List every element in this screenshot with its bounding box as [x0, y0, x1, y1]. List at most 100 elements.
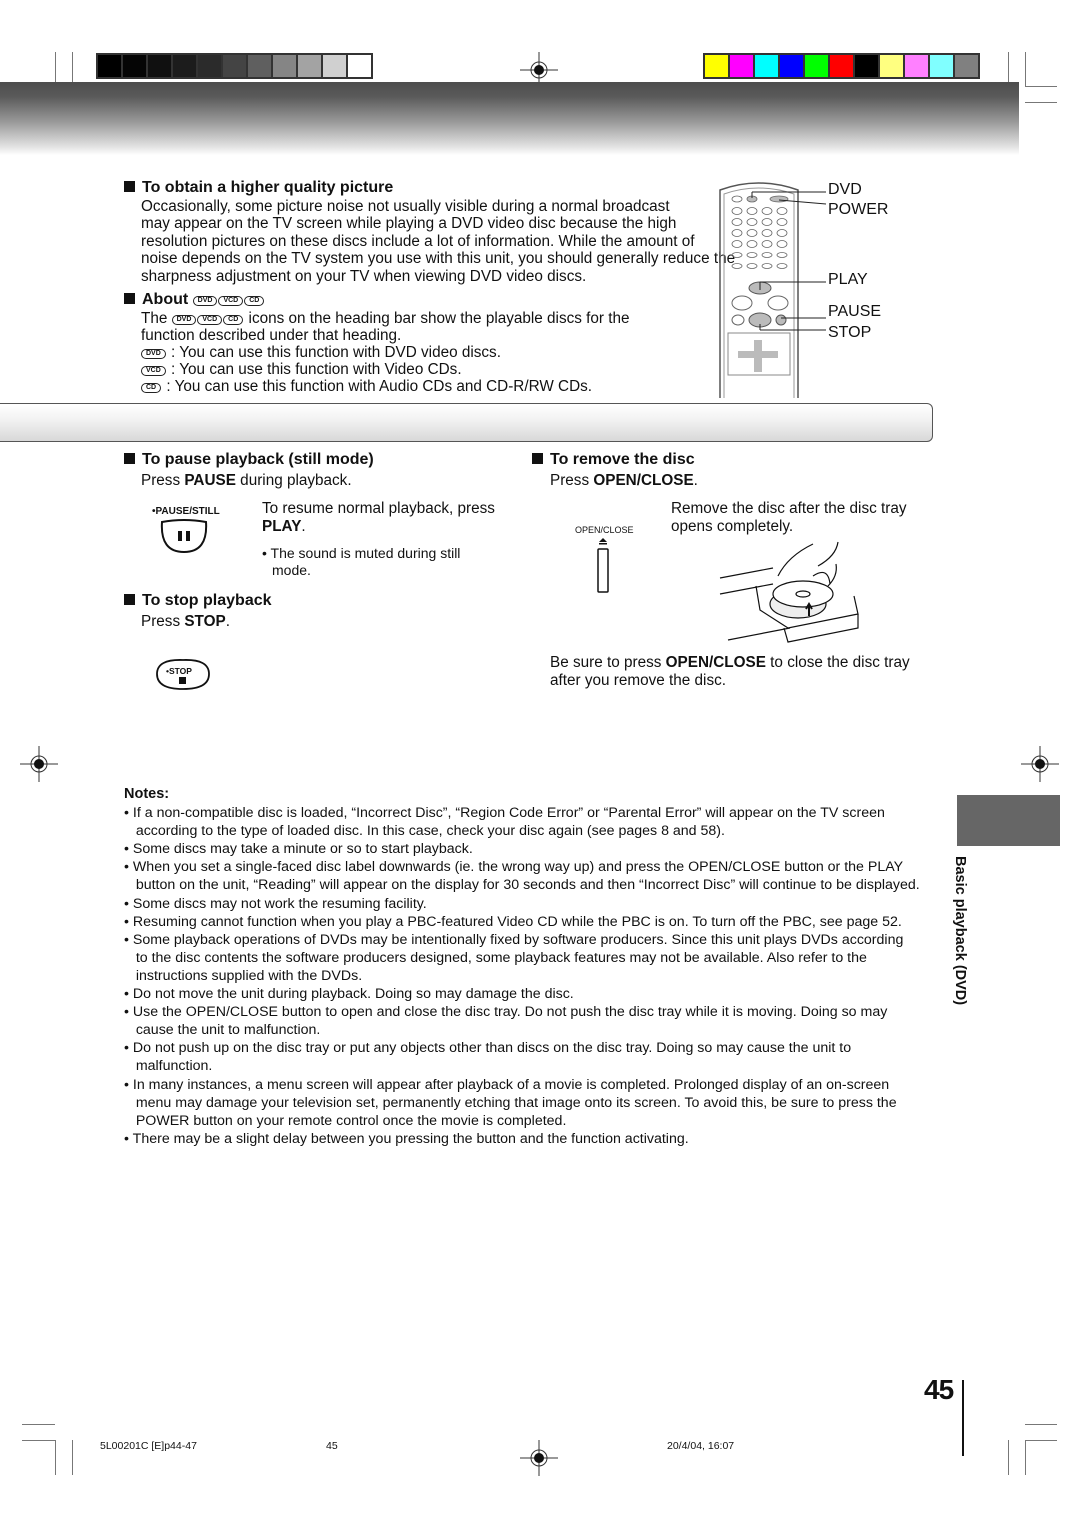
calibration-swatch: [198, 55, 221, 77]
calibration-swatch: [930, 55, 953, 77]
calibration-swatch: [730, 55, 753, 77]
note-line: • Do not move the unit during playback. …: [124, 986, 574, 1002]
dvd-badge-icon: DVD: [141, 349, 166, 359]
crop-mark: [1025, 52, 1026, 87]
heading-text: About: [142, 291, 189, 308]
vcd-badge-icon: VCD: [141, 366, 166, 376]
remote-control-illustration: [719, 182, 827, 398]
notes-heading: Notes:: [124, 786, 170, 802]
calibration-swatch: [323, 55, 346, 77]
calibration-swatch: [248, 55, 271, 77]
paragraph-line: noise depends on the TV system you use w…: [141, 250, 736, 268]
heading-text: To remove the disc: [550, 451, 695, 468]
note-line: • If a non-compatible disc is loaded, “I…: [124, 805, 885, 821]
note-line: • Do not push up on the disc tray or put…: [124, 1040, 852, 1057]
stop-instruction: Press STOP.: [141, 613, 230, 630]
remote-label-play: PLAY: [828, 271, 868, 288]
note-line: to the disc contents the software produc…: [124, 949, 867, 966]
close-instruction: Be sure to press OPEN/CLOSE to close the…: [550, 654, 910, 671]
remote-button: [761, 229, 773, 237]
calibration-swatch: [348, 55, 371, 77]
vcd-badge-icon: VCD: [197, 315, 223, 325]
remote-button: [776, 252, 788, 258]
crop-mark: [72, 1440, 73, 1475]
note-line: cause the unit to malfunction.: [124, 1022, 321, 1039]
resume-key: PLAY.: [262, 518, 306, 535]
note-line: • When you set a single-faced disc label…: [124, 859, 904, 876]
vcd-badge-icon: VCD: [218, 296, 244, 306]
remote-button: [746, 218, 758, 226]
pause-instruction: Press PAUSE during playback.: [141, 472, 352, 489]
heading-text: To obtain a higher quality picture: [142, 179, 394, 196]
crop-mark: [1025, 1440, 1026, 1475]
note-line: button on the unit, “Reading” will appea…: [124, 877, 920, 894]
crop-mark: [1008, 1440, 1009, 1475]
remote-button: [731, 240, 743, 248]
note-line: • In many instances, a menu screen will …: [124, 1076, 890, 1093]
dvd-badge-icon: DVD: [171, 315, 197, 325]
footer-code: 5L00201C [E]p44-47: [100, 1440, 197, 1452]
pause-still-button-icon: [160, 519, 208, 554]
about-item: VCD : You can use this function with Vid…: [141, 361, 462, 378]
higher-quality-paragraph: Occasionally, some picture noise not usu…: [141, 198, 735, 285]
section-heading: To pause playback (still mode): [124, 451, 374, 469]
heading-text: To pause playback (still mode): [142, 451, 374, 468]
remote-button: [746, 207, 758, 215]
page-number-rule: [962, 1380, 964, 1456]
calibration-swatch: [780, 55, 803, 77]
side-tab-label: Basic playback (DVD): [952, 856, 968, 1006]
calibration-swatch: [755, 55, 778, 77]
about-intro: The DVD VCD CD icons on the heading bar sh…: [141, 310, 630, 327]
remote-button: [746, 263, 758, 269]
color-calibration-bar: [703, 53, 980, 79]
paragraph-line: may appear on the TV screen while playin…: [141, 215, 677, 233]
disc-tray-illustration: [719, 541, 859, 643]
header-banner: [0, 82, 1019, 155]
remote-button: [731, 229, 743, 237]
remote-button: [776, 240, 788, 248]
side-tab: [957, 795, 1060, 846]
note-line: • Resuming cannot function when you play…: [124, 913, 902, 930]
close-instruction-line2: after you remove the disc.: [550, 672, 726, 689]
calibration-swatch: [273, 55, 296, 77]
cd-badge-icon: CD: [141, 383, 162, 393]
note-line: malfunction.: [124, 1058, 213, 1075]
calibration-swatch: [98, 55, 121, 77]
registration-mark-icon: [520, 1440, 558, 1476]
remove-desc-line2: opens completely.: [671, 518, 794, 535]
note-line: • There may be a slight delay between yo…: [124, 1130, 689, 1147]
section-heading: To remove the disc: [532, 451, 695, 469]
registration-mark-icon: [20, 746, 58, 782]
remote-button: [776, 263, 788, 269]
remote-button: [761, 240, 773, 248]
note-line: • Some discs may take a minute or so to …: [124, 841, 473, 858]
remote-button: [746, 240, 758, 248]
calibration-swatch: [705, 55, 728, 77]
remote-button: [776, 218, 788, 226]
remote-button: [731, 263, 743, 269]
section-heading: About DVD VCD CD: [124, 291, 265, 309]
calibration-swatch: [905, 55, 928, 77]
text: : You can use this function with Video C…: [171, 361, 462, 378]
note-line: according to the type of loaded disc. In…: [124, 823, 725, 840]
crop-mark: [1025, 1440, 1057, 1441]
remote-button: [776, 207, 788, 215]
note-line: POWER button on your remote control once…: [124, 1112, 567, 1129]
crop-mark: [22, 1424, 55, 1425]
heading-bar: [0, 403, 933, 442]
resume-text: To resume normal playback, press: [262, 500, 495, 517]
calibration-swatch: [148, 55, 171, 77]
note-line: menu may damage your television set, per…: [124, 1094, 897, 1111]
text: The: [141, 310, 168, 327]
section-heading: To obtain a higher quality picture: [124, 179, 393, 197]
remote-button: [761, 252, 773, 258]
calibration-swatch: [805, 55, 828, 77]
mute-note-line2: mode.: [272, 562, 311, 578]
pause-button-label: •PAUSE/STILL: [152, 506, 220, 517]
paragraph-line: sharpness adjustment on your TV when vie…: [141, 267, 587, 285]
open-close-label: OPEN/CLOSE: [575, 525, 634, 535]
open-close-button-icon: [597, 538, 609, 593]
text: : You can use this function with DVD vid…: [171, 344, 501, 361]
remote-label-stop: STOP: [828, 324, 872, 341]
page-number: 45: [924, 1374, 954, 1405]
